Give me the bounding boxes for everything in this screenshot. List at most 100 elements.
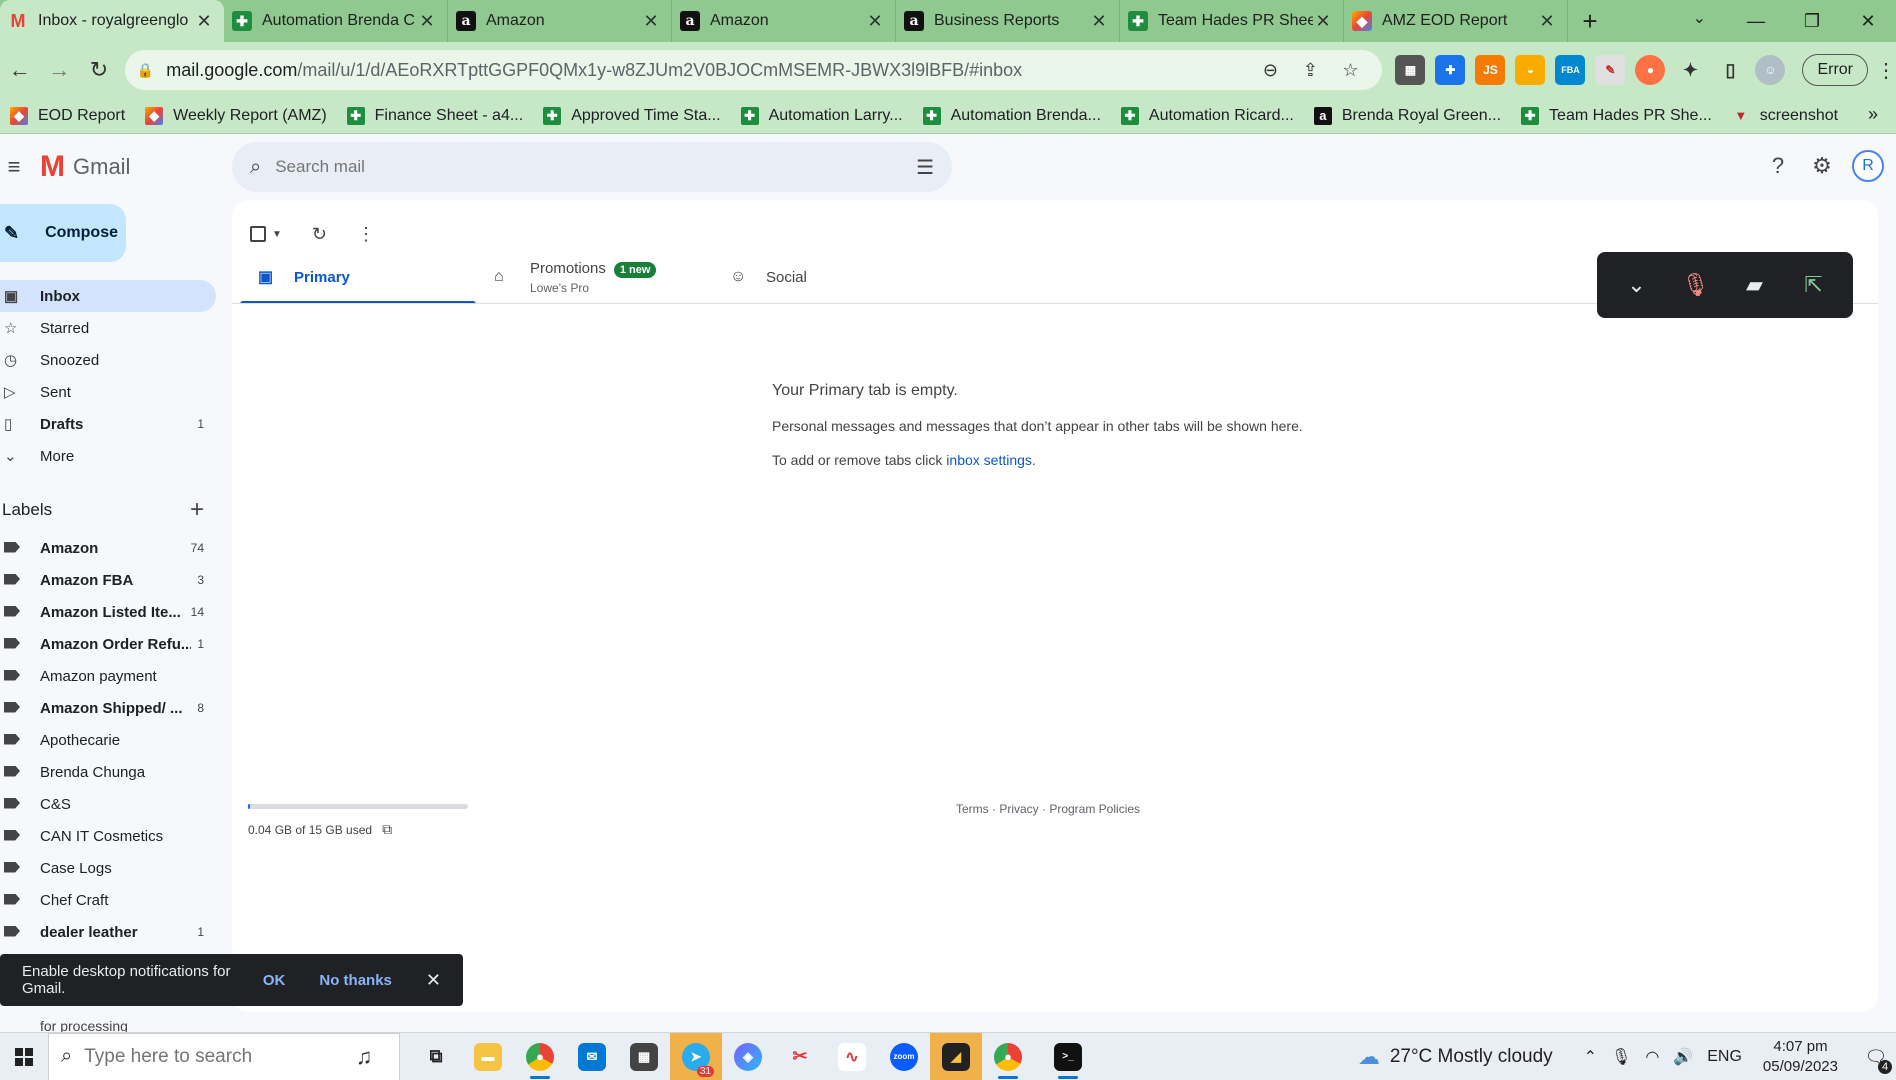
puzzle-extensions-icon[interactable]: ✦ [1675,55,1705,85]
back-icon[interactable]: ← [0,50,40,90]
compose-button[interactable]: ✎ Compose [0,204,126,262]
close-tab-icon[interactable]: ✕ [1537,11,1557,32]
weather-widget[interactable]: ☁ 27°C Mostly cloudy [1358,1044,1553,1070]
url-text[interactable]: mail.google.com/mail/u/1/d/AEoRXRTpttGGP… [166,60,1250,81]
audio-app-icon[interactable]: ∿ [826,1033,878,1080]
bookmark-item[interactable]: ◆ EOD Report [0,106,135,125]
snackbar-ok-button[interactable]: OK [263,972,286,989]
snipping-tool-icon[interactable]: ✂ [774,1033,826,1080]
close-tab-icon[interactable]: ✕ [865,11,885,32]
bookmark-item[interactable]: ✚ Finance Sheet - a4... [337,106,534,125]
calculator-icon[interactable]: ▦ [618,1033,670,1080]
js-extension-icon[interactable]: JS [1475,55,1506,85]
sidebar-item-snoozed[interactable]: ◷ Snoozed [0,344,216,376]
mic-off-icon[interactable]: 🎙 [1671,272,1721,298]
account-avatar[interactable]: R [1852,150,1884,182]
label-item[interactable]: dealer leather 1 [0,916,216,948]
sidebar-item-more[interactable]: ⌄ More [0,440,216,472]
bookmark-item[interactable]: a Brenda Royal Green... [1304,106,1511,125]
label-item[interactable]: Case Logs [0,852,216,884]
browser-tab[interactable]: ✚ Team Hades PR Sheet ✕ [1120,0,1344,42]
label-item[interactable]: Amazon payment [0,660,216,692]
open-external-icon[interactable]: ⧉ [382,821,392,838]
fba-extension-icon[interactable]: FBA [1555,55,1586,85]
red-extension-icon[interactable]: ✎ [1595,55,1626,85]
browser-tab[interactable]: a Amazon ✕ [672,0,896,42]
share-icon[interactable]: ⇪ [1290,60,1330,81]
taskbar-search-input[interactable] [84,1045,330,1068]
forward-icon[interactable]: → [40,50,80,90]
browser-tab[interactable]: a Business Reports ✕ [896,0,1120,42]
bookmark-item[interactable]: ✚ Automation Ricard... [1111,106,1304,125]
browser-tab[interactable]: ✚ Automation Brenda C ✕ [224,0,448,42]
label-item[interactable]: Amazon FBA 3 [0,564,216,596]
close-window-icon[interactable]: ✕ [1840,0,1896,42]
search-options-icon[interactable]: ☰ [916,155,934,180]
chrome-menu-icon[interactable]: ⋮ [1876,58,1896,83]
bookmarks-overflow-icon[interactable]: » [1868,104,1878,125]
cake-extension-icon[interactable]: ◒ [1515,55,1546,85]
label-item[interactable]: Apothecarie [0,724,216,756]
help-icon[interactable]: ? [1756,153,1800,179]
wifi-icon[interactable]: ◠ [1645,1047,1659,1067]
blue-extension-icon[interactable]: ✚ [1435,55,1466,85]
sticky-notes-icon[interactable]: ◢ [930,1032,982,1080]
browser-tab[interactable]: ◆ AMZ EOD Report ✕ [1344,0,1568,42]
close-tab-icon[interactable]: ✕ [641,11,661,32]
main-menu-icon[interactable]: ≡ [0,154,28,180]
tab-search-icon[interactable]: ⌄ [1693,8,1706,28]
side-panel-icon[interactable]: ▯ [1715,55,1745,85]
close-tab-icon[interactable]: ✕ [1089,11,1109,32]
task-view-icon[interactable]: ⧉ [410,1033,462,1080]
tab-social[interactable]: ☺ Social [712,250,948,304]
label-item[interactable]: Amazon Order Refu... 1 [0,628,216,660]
reload-icon[interactable]: ↻ [79,50,119,90]
video-camera-icon[interactable]: ▰ [1730,272,1780,298]
label-item[interactable]: CAN IT Cosmetics [0,820,216,852]
bookmark-star-icon[interactable]: ☆ [1330,60,1370,81]
telegram-icon[interactable]: ➤ 31 [670,1032,722,1080]
zoom-icon-taskbar[interactable]: zoom [878,1033,930,1080]
settings-gear-icon[interactable]: ⚙ [1800,153,1844,179]
terminal-icon[interactable]: >_ [1042,1033,1094,1080]
sidebar-item-drafts[interactable]: ▯ Drafts 1 [0,408,216,440]
search-icon[interactable]: ⌕ [250,156,261,179]
language-indicator[interactable]: ENG [1707,1048,1742,1066]
close-tab-icon[interactable]: ✕ [194,11,214,32]
bookmark-item[interactable]: ▼ screenshot [1722,107,1848,125]
search-input[interactable] [275,157,917,177]
show-hidden-icons-icon[interactable]: ⌃ [1584,1047,1597,1067]
search-highlight-icon[interactable]: ♫ [329,1033,399,1080]
bookmark-item[interactable]: ◆ Weekly Report (AMZ) [135,106,337,125]
label-item[interactable]: Amazon Listed Ite... 14 [0,596,216,628]
address-bar[interactable]: 🔒 mail.google.com/mail/u/1/d/AEoRXRTpttG… [124,50,1383,90]
more-options-icon[interactable]: ⋮ [357,224,375,245]
sidebar-item-starred[interactable]: ☆ Starred [0,312,216,344]
snackbar-close-icon[interactable]: ✕ [426,970,441,991]
browser-tab[interactable]: a Amazon ✕ [448,0,672,42]
qr-extension-icon[interactable]: ▦ [1395,55,1426,85]
chrome-profile-icon[interactable]: ● [982,1033,1034,1080]
select-all-checkbox[interactable] [250,226,266,242]
bookmark-item[interactable]: ✚ Approved Time Sta... [533,106,730,125]
volume-icon[interactable]: 🔊 [1673,1047,1693,1067]
refresh-icon[interactable]: ↻ [312,224,327,245]
windows-start-icon[interactable] [0,1033,48,1080]
label-item[interactable]: Amazon 74 [0,532,216,564]
microphone-icon[interactable]: 🎙 [1611,1047,1631,1067]
popout-icon[interactable]: ⇱ [1789,272,1839,298]
create-label-icon[interactable]: + [190,496,204,524]
close-tab-icon[interactable]: ✕ [417,11,437,32]
profile-avatar-icon[interactable]: ☺ [1755,55,1786,85]
file-explorer-icon[interactable]: ▬ [462,1033,514,1080]
inbox-settings-link[interactable]: inbox settings [946,452,1032,468]
lock-icon[interactable]: 🔒 [137,62,154,79]
browser-tab[interactable]: M Inbox - royalgreenglo ✕ [0,0,224,42]
gmail-logo[interactable]: M Gmail [40,150,130,184]
minimize-icon[interactable]: — [1728,0,1784,42]
label-item[interactable]: Amazon Shipped/ ... 8 [0,692,216,724]
error-button[interactable]: Error [1802,54,1869,86]
bookmark-item[interactable]: ✚ Automation Brenda... [913,106,1111,125]
snackbar-no-thanks-button[interactable]: No thanks [319,972,392,989]
footer-links[interactable]: Terms · Privacy · Program Policies [956,802,1140,816]
